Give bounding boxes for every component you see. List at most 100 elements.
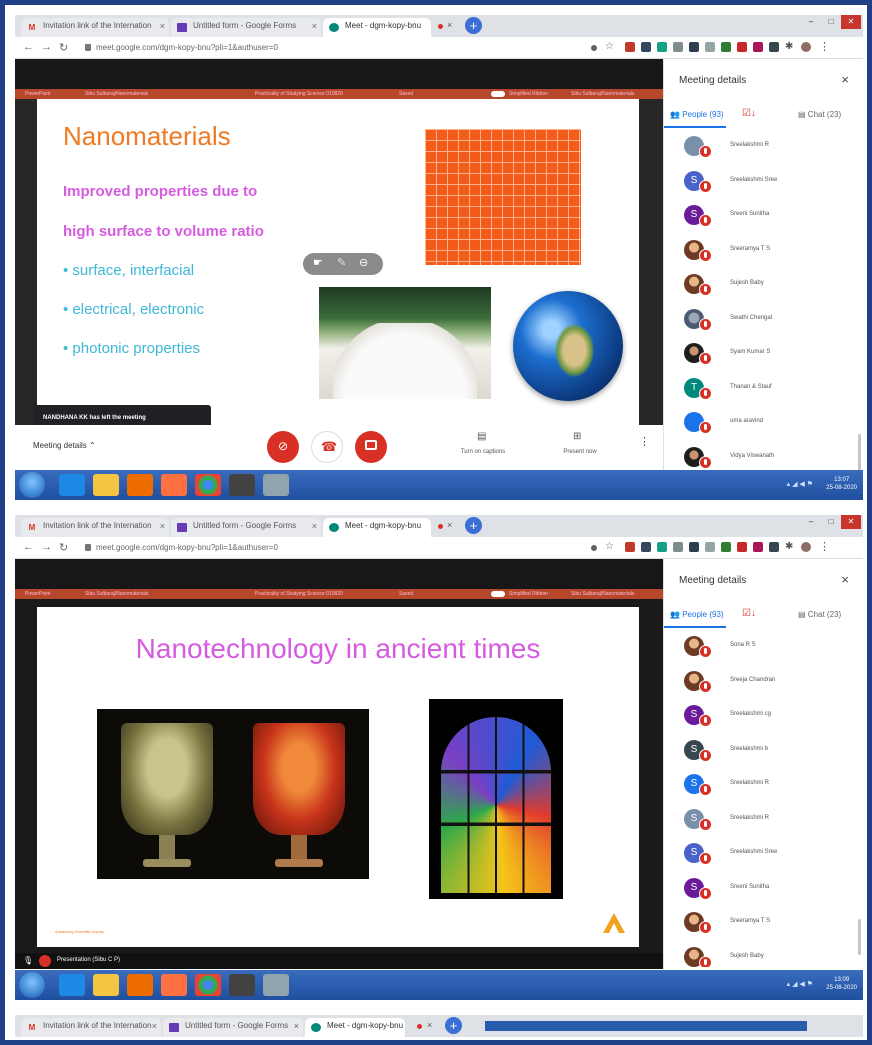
maximize-icon[interactable]: □ [821,515,841,529]
new-tab-button[interactable]: + [465,517,482,534]
extension-icon[interactable] [657,42,667,52]
star-icon[interactable]: ☆ [605,541,614,552]
participant-row[interactable]: S Sreelakshmi Sree [664,838,852,873]
minimize-icon[interactable]: – [801,515,821,529]
profile-avatar[interactable] [801,42,811,52]
tab-chat[interactable]: ▤ Chat (23) [798,110,841,119]
ribbon-toggle[interactable] [491,91,505,97]
meeting-details-button[interactable]: Meeting details ⌃ [33,441,96,450]
tab-close-icon[interactable]: × [427,1020,432,1030]
participant-row[interactable]: Sujesh Baby [664,942,852,967]
window-icon[interactable] [263,974,289,996]
zoom-out-icon[interactable]: ⊖ [359,256,368,269]
participant-row[interactable]: S Sreeni Sunitha [664,873,852,908]
tab-meet[interactable]: Meet - dgm-kopy-bnu [305,1018,405,1037]
mic-off-button[interactable]: ⊘ [267,431,299,463]
extension-icon[interactable] [625,542,635,552]
download-icon[interactable]: ☑↓ [742,108,756,119]
captions-button[interactable]: Turn on captions [441,449,525,455]
tab-close-icon[interactable]: × [160,521,165,531]
pen-icon[interactable]: ✎ [337,256,346,269]
tab-forms[interactable]: Untitled form - Google Forms × [163,1018,303,1037]
tab-close-icon[interactable]: × [312,21,317,31]
tab-close-icon[interactable]: × [160,21,165,31]
window-icon[interactable] [263,474,289,496]
ie-icon[interactable] [59,974,85,996]
chrome-icon[interactable] [195,974,221,996]
minimize-icon[interactable]: – [801,15,821,29]
extension-icon[interactable] [705,42,715,52]
end-call-button[interactable]: ☎ [311,431,343,463]
start-button[interactable] [19,472,45,498]
star-icon[interactable]: ☆ [605,41,614,52]
camera-off-button[interactable] [355,431,387,463]
participant-row[interactable]: S Sreelakshmi cg [664,700,852,735]
download-icon[interactable]: ☑↓ [742,608,756,619]
app-icon[interactable] [229,974,255,996]
back-icon[interactable]: ← [23,541,34,553]
new-tab-button[interactable]: + [445,1017,462,1034]
participant-row[interactable]: Sreeramya T S [664,235,852,270]
media-player-icon[interactable] [127,474,153,496]
pointer-icon[interactable]: ☛ [313,256,323,269]
participant-row[interactable]: uma aravind [664,407,852,442]
tab-close-icon[interactable]: × [447,520,452,530]
url-field[interactable]: meet.google.com/dgm-kopy-bnu?pli=1&authu… [85,540,465,555]
tab-chat[interactable]: ▤ Chat (23) [798,610,841,619]
tab-close-icon[interactable]: × [152,1021,157,1031]
present-now-button[interactable]: Present now [545,449,615,455]
extension-icon[interactable] [641,42,651,52]
tab-gmail[interactable]: M Invitation link of the Internation × [21,18,169,37]
scrollbar[interactable] [858,919,861,955]
tab-meet[interactable]: Meet - dgm-kopy-bnu [323,518,431,537]
forward-icon[interactable]: → [41,41,52,53]
extension-icon[interactable] [769,42,779,52]
forward-icon[interactable]: → [41,541,52,553]
scrollbar[interactable] [858,434,861,474]
key-icon[interactable] [591,45,597,51]
profile-avatar[interactable] [801,542,811,552]
tab-gmail[interactable]: M Invitation link of the Internation × [21,518,169,537]
back-icon[interactable]: ← [23,41,34,53]
new-tab-button[interactable]: + [465,17,482,34]
start-button[interactable] [19,972,45,998]
extension-icon[interactable] [673,42,683,52]
reload-icon[interactable]: ↻ [59,41,68,54]
firefox-icon[interactable] [161,474,187,496]
close-icon[interactable]: × [841,572,849,587]
participant-row[interactable]: Sona R S [664,631,852,666]
participant-row[interactable]: Sujesh Baby [664,269,852,304]
participant-row[interactable]: T Thanan & Stauf [664,373,852,408]
menu-dots-icon[interactable]: ⋮ [819,40,830,53]
extension-icon[interactable] [753,542,763,552]
participant-row[interactable]: Sreeja Chandran [664,666,852,701]
firefox-icon[interactable] [161,974,187,996]
participant-row[interactable]: S Sreelakshmi R [664,769,852,804]
tab-gmail[interactable]: M Invitation link of the Internation × [21,1018,161,1037]
participant-row[interactable]: S Sreelakshmi R [664,804,852,839]
extension-icon[interactable] [721,542,731,552]
tab-close-icon[interactable]: × [447,20,452,30]
extension-icon[interactable] [721,42,731,52]
extension-icon[interactable] [673,542,683,552]
close-icon[interactable]: × [841,72,849,87]
reload-icon[interactable]: ↻ [59,541,68,554]
extension-icon[interactable] [737,42,747,52]
extension-icon[interactable] [657,542,667,552]
ribbon-toggle[interactable] [491,591,505,597]
puzzle-icon[interactable]: ✱ [785,41,793,52]
tab-meet[interactable]: Meet - dgm-kopy-bnu [323,18,431,37]
extension-icon[interactable] [737,542,747,552]
participant-row[interactable]: Sreeramya T S [664,907,852,942]
media-player-icon[interactable] [127,974,153,996]
extension-icon[interactable] [625,42,635,52]
participant-row[interactable]: Sreelakshmi R [664,131,852,166]
ie-icon[interactable] [59,474,85,496]
tab-people[interactable]: 👥 People (93) [670,110,724,119]
extension-icon[interactable] [769,542,779,552]
extension-icon[interactable] [753,42,763,52]
tab-forms[interactable]: Untitled form - Google Forms × [171,18,321,37]
participant-row[interactable]: S Sreeni Sunitha [664,200,852,235]
tab-people[interactable]: 👥 People (93) [670,610,724,619]
key-icon[interactable] [591,545,597,551]
